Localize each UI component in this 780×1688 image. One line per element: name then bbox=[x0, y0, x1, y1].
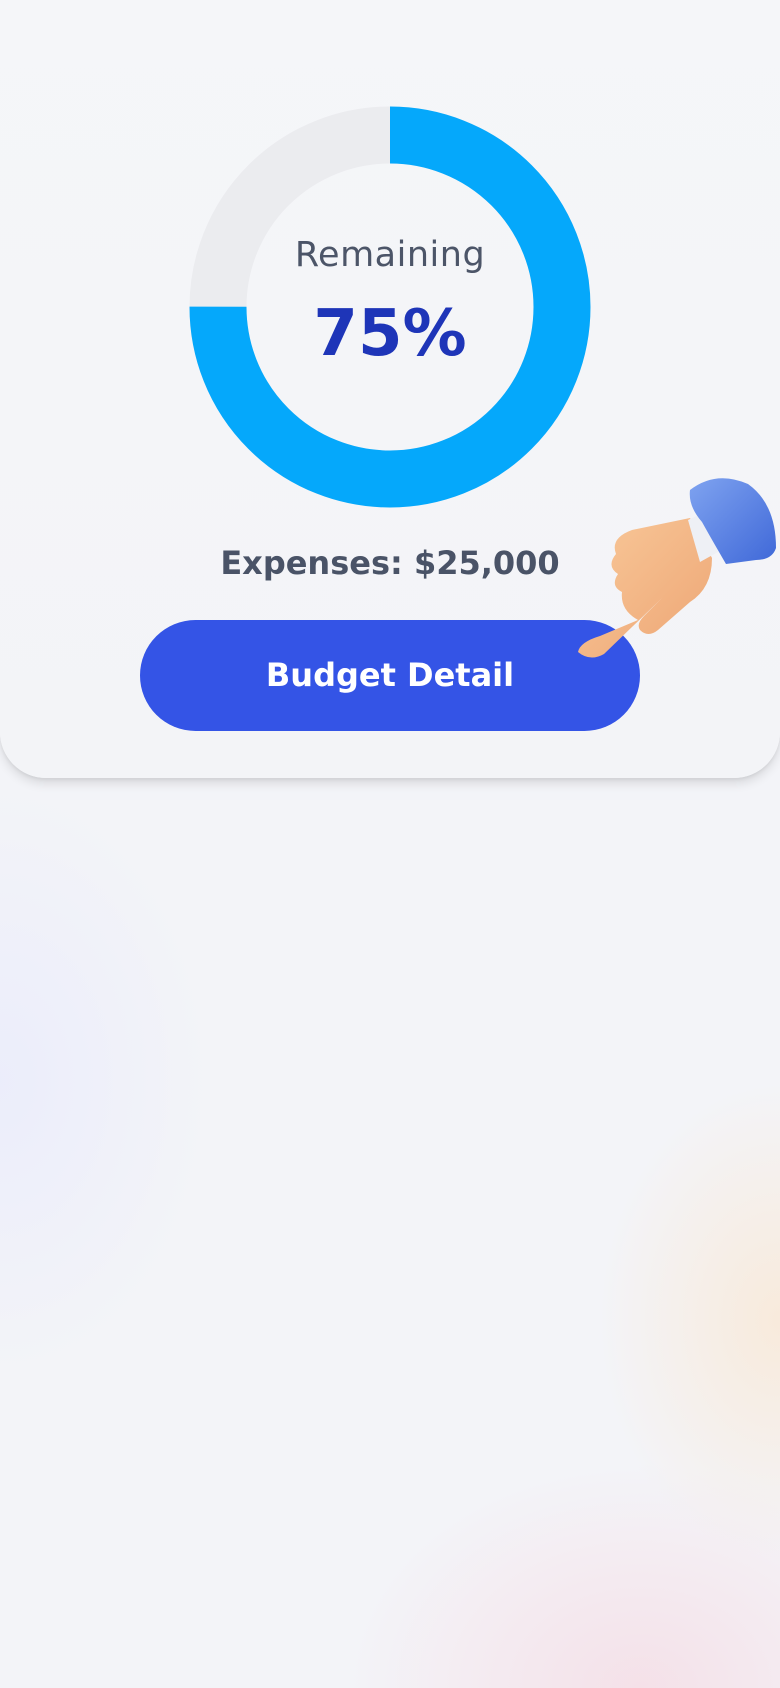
remaining-label: Remaining bbox=[294, 235, 486, 275]
pointing-hand-icon bbox=[540, 470, 780, 670]
remaining-percent: 75% bbox=[313, 297, 467, 371]
remaining-donut-chart: Remaining 75% bbox=[188, 105, 592, 509]
